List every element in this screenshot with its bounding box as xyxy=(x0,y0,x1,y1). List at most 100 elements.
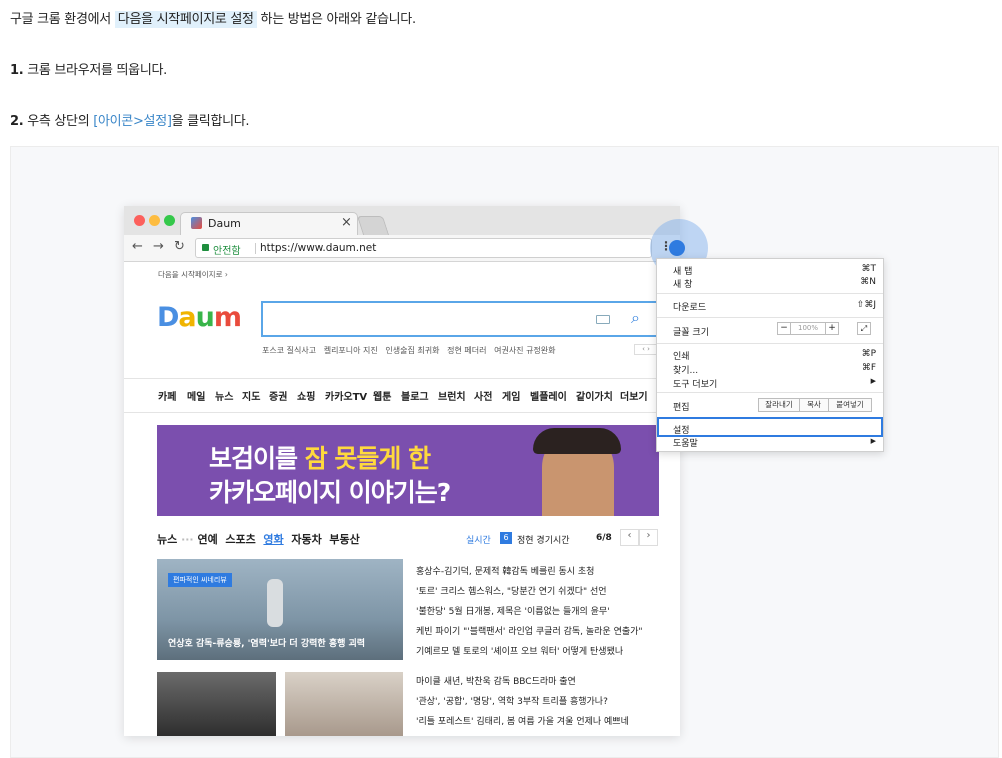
tab-news[interactable]: 뉴스 xyxy=(157,533,177,546)
back-arrow-icon[interactable]: ← xyxy=(132,239,143,254)
step-1-number: 1. xyxy=(10,63,24,78)
next-page-icon[interactable]: › xyxy=(639,529,658,546)
nav-mail[interactable]: 메일 xyxy=(187,388,205,403)
keyword-pager[interactable]: ‹ › xyxy=(634,344,658,355)
step-2-link[interactable]: [아이콘>설정] xyxy=(93,114,172,129)
rank-badge: 6 xyxy=(500,532,512,544)
step-2: 2. 우측 상단의 [아이콘>설정]을 클릭합니다. xyxy=(10,110,250,129)
headline-item[interactable]: '관상', '공합', '명당', 역학 3부작 트리플 흥행가나? xyxy=(416,694,608,707)
menu-help[interactable]: 도움말 xyxy=(673,436,698,449)
daum-favicon-icon xyxy=(191,217,202,229)
nav-more[interactable]: 더보기 xyxy=(620,388,648,403)
realtime-label: 실시간 xyxy=(466,536,491,546)
keyboard-icon[interactable] xyxy=(596,315,610,324)
maximize-window-dot[interactable] xyxy=(164,215,175,226)
minimize-window-dot[interactable] xyxy=(149,215,160,226)
news-thumb-2[interactable] xyxy=(285,672,403,736)
prev-page-icon[interactable]: ‹ xyxy=(620,529,639,546)
menu-new-window[interactable]: 새 창 xyxy=(673,277,692,290)
headline-item[interactable]: 마이클 새년, 박찬욱 감독 BBC드라마 출연 xyxy=(416,674,576,687)
daum-logo[interactable]: Daum xyxy=(157,302,242,333)
nav-game[interactable]: 게임 xyxy=(502,388,520,403)
nav-cafe[interactable]: 카페 xyxy=(158,388,176,403)
menu-edit: 편집 xyxy=(673,403,690,413)
tab-close-icon[interactable]: × xyxy=(341,215,352,230)
tab-title: Daum xyxy=(208,217,241,230)
banner-line-1-a: 보검이를 xyxy=(209,444,305,473)
new-tab-button[interactable] xyxy=(356,216,390,235)
menu-new-tab[interactable]: 새 탭 xyxy=(673,264,692,277)
headline-item[interactable]: 기예르모 델 토로의 '셰이프 오브 워터' 어떻게 탄생됐나 xyxy=(416,644,623,657)
nav-stock[interactable]: 증권 xyxy=(269,388,287,403)
nav-webtoon[interactable]: 웹툰 xyxy=(373,388,391,403)
headline-item[interactable]: '토르' 크리스 헴스워스, "당분간 연기 쉬겠다" 선언 xyxy=(416,584,607,597)
keyword-item[interactable]: 여권사진 규정완화 xyxy=(494,346,555,355)
nav-bellplay[interactable]: 벨플레이 xyxy=(530,388,567,403)
set-homepage-link[interactable]: 다음을 시작페이지로 › xyxy=(158,269,228,280)
nav-news[interactable]: 뉴스 xyxy=(215,388,233,403)
feature-caption: 연상호 감독-류승룡, '염력'보다 더 강력한 흥행 괴력 xyxy=(168,639,366,649)
nav-kakaotv[interactable]: 카카오TV xyxy=(325,388,367,403)
close-window-dot[interactable] xyxy=(134,215,145,226)
menu-separator xyxy=(657,392,883,393)
keyword-item[interactable]: 포스코 질식사고 xyxy=(262,346,316,355)
zoom-out-button[interactable]: − xyxy=(777,322,791,335)
zoom-level: 100% xyxy=(791,322,825,335)
promo-banner[interactable]: 보검이를 잠 못들게 한 카카오페이지 이야기는? xyxy=(157,425,659,516)
zoom-in-button[interactable]: + xyxy=(825,322,839,335)
keyword-item[interactable]: 정현 페더러 xyxy=(447,346,486,355)
menu-new-tab-shortcut: ⌘T xyxy=(861,264,877,274)
nav-bottom-divider xyxy=(124,412,680,413)
step-1: 1. 크롬 브라우저를 띄웁니다. xyxy=(10,59,167,78)
intro-highlight: 다음을 시작페이지로 설정 xyxy=(114,11,257,28)
news-thumb-1[interactable] xyxy=(157,672,276,736)
keyword-item[interactable]: 인생술집 최귀화 xyxy=(385,346,439,355)
headline-item[interactable]: 케빈 파이기 "'블랙팬서' 라인업 쿠글러 감독, 놀라운 연출가" xyxy=(416,624,643,637)
rank-keyword[interactable]: 정현 경기시간 xyxy=(517,533,570,546)
chrome-menu-icon[interactable]: ⋮ xyxy=(660,239,672,253)
step-2-text-b: 을 클릭합니다. xyxy=(171,114,250,129)
step-2-text-a: 우측 상단의 xyxy=(23,114,94,129)
forward-arrow-icon[interactable]: → xyxy=(153,239,164,254)
search-icon[interactable]: ⌕ xyxy=(631,308,640,328)
tab-sports[interactable]: 스포츠 xyxy=(225,533,255,546)
address-bar[interactable]: 안전함 https://www.daum.net xyxy=(195,238,652,258)
browser-tab[interactable]: Daum × xyxy=(180,212,358,235)
nav-together[interactable]: 같이가치 xyxy=(576,388,613,403)
step-1-text: 크롬 브라우저를 띄웁니다. xyxy=(23,63,167,78)
menu-more-tools[interactable]: 도구 더보기 xyxy=(673,377,717,390)
nav-dictionary[interactable]: 사전 xyxy=(474,388,492,403)
menu-print[interactable]: 인쇄 xyxy=(673,349,690,362)
tab-cars[interactable]: 자동차 xyxy=(291,533,321,546)
fullscreen-icon[interactable]: ⤢ xyxy=(857,322,871,335)
nav-map[interactable]: 지도 xyxy=(242,388,260,403)
intro-text: 구글 크롬 환경에서 다음을 시작페이지로 설정 하는 방법은 아래와 같습니다… xyxy=(10,8,416,28)
tab-movies[interactable]: 영화 xyxy=(263,533,283,546)
browser-window: Daum × ← → ↻ 안전함 https://www.daum.net 다음… xyxy=(124,206,680,736)
menu-downloads[interactable]: 다운로드 xyxy=(673,300,706,313)
headline-item[interactable]: '불한당' 5월 日개봉, 제목은 '이름없는 들개의 윤무' xyxy=(416,604,610,617)
menu-separator xyxy=(657,293,883,294)
feature-image[interactable]: 편파적인 씨네리뷰 연상호 감독-류승룡, '염력'보다 더 강력한 흥행 괴력 xyxy=(157,559,403,660)
headline-item[interactable]: 홍상수-김기덕, 문제적 韓감독 베를린 동시 초청 xyxy=(416,564,594,577)
nav-brunch[interactable]: 브런치 xyxy=(438,388,466,403)
banner-line-2: 카카오페이지 이야기는? xyxy=(209,478,451,507)
tab-realestate[interactable]: 부동산 xyxy=(329,533,359,546)
chrome-context-menu: 새 탭 ⌘T 새 창 ⌘N 다운로드 ⇧⌘J 글꼴 크기 − 100% + ⤢ … xyxy=(656,258,884,452)
feature-figure xyxy=(267,579,283,627)
cut-button[interactable]: 잘라내기 xyxy=(758,398,800,412)
search-box[interactable]: ⌕ xyxy=(261,301,658,337)
menu-font-size: 글꼴 크기 xyxy=(673,328,709,338)
nav-shopping[interactable]: 쇼핑 xyxy=(297,388,315,403)
keyword-item[interactable]: 켈리포니아 지진 xyxy=(324,346,378,355)
reload-icon[interactable]: ↻ xyxy=(174,239,185,254)
menu-find[interactable]: 찾기... xyxy=(673,363,698,376)
news-tabs: 뉴스 ··· 연예 스포츠 영화 자동차 부동산 xyxy=(157,533,360,546)
nav-blog[interactable]: 블로그 xyxy=(401,388,429,403)
menu-settings[interactable]: 설정 xyxy=(673,423,690,436)
submenu-arrow-icon: ▶ xyxy=(870,377,876,385)
tab-entertainment[interactable]: 연예 xyxy=(197,533,217,546)
copy-button[interactable]: 복사 xyxy=(799,398,829,412)
headline-item[interactable]: '리틀 포레스트' 김태리, 봄 여름 가을 겨울 언제나 예쁘네 xyxy=(416,714,629,727)
paste-button[interactable]: 붙여넣기 xyxy=(828,398,872,412)
